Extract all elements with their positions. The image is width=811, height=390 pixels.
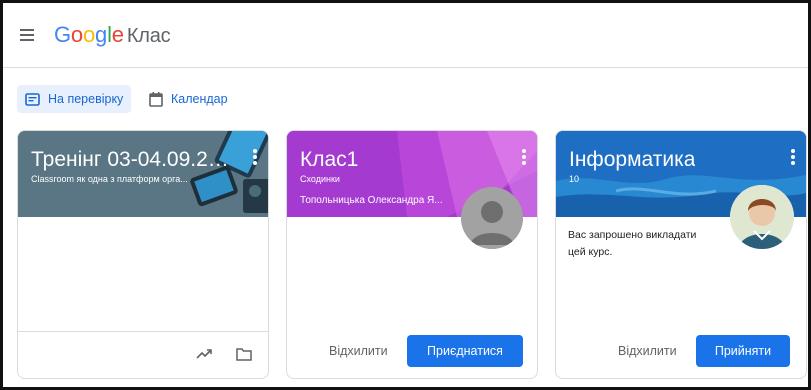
class-card-informatics[interactable]: Інформатика 10 Вас запрошено викладати ц…	[555, 130, 807, 379]
more-options-icon[interactable]	[252, 149, 258, 167]
decline-button[interactable]: Відхилити	[329, 336, 388, 366]
assignment-icon	[25, 92, 40, 106]
teacher-photo	[730, 185, 794, 249]
class-card-training[interactable]: Тренінг 03-04.09.20... Classroom як одна…	[17, 130, 269, 379]
to-review-button[interactable]: На перевірку	[17, 85, 132, 113]
teacher-name: Топольницька Олександра Я...	[300, 195, 443, 206]
card-divider	[18, 331, 268, 332]
calendar-label: Календар	[171, 92, 228, 106]
accept-button[interactable]: Прийняти	[696, 335, 790, 367]
class-title[interactable]: Тренінг 03-04.09.20...	[31, 148, 231, 172]
decline-button[interactable]: Відхилити	[618, 336, 677, 366]
calendar-button[interactable]: Календар	[149, 85, 228, 113]
top-app-bar: Google Клас	[3, 3, 808, 68]
card-banner[interactable]: Тренінг 03-04.09.20... Classroom як одна…	[18, 131, 268, 217]
class-title[interactable]: Інформатика	[569, 148, 695, 172]
class-section: 10	[569, 174, 580, 184]
more-options-icon[interactable]	[790, 149, 796, 167]
to-review-label: На перевірку	[48, 92, 124, 106]
teacher-avatar	[730, 185, 794, 249]
product-name: Клас	[126, 25, 171, 47]
menu-icon[interactable]	[20, 29, 34, 41]
teacher-avatar	[461, 187, 523, 249]
invitation-message: Вас запрошено викладати цей курс.	[568, 229, 697, 258]
class-title[interactable]: Клас1	[300, 148, 358, 172]
default-avatar-icon	[461, 187, 523, 249]
class-card-klas1[interactable]: Клас1 Сходинки Топольницька Олександра Я…	[286, 130, 538, 379]
class-section: Сходинки	[300, 174, 340, 184]
calendar-icon	[149, 91, 163, 107]
trending-icon[interactable]	[196, 348, 212, 360]
join-button[interactable]: Приєднатися	[407, 335, 523, 367]
class-section: Classroom як одна з платформ орга...	[31, 174, 188, 184]
app-logo[interactable]: Google Клас	[54, 22, 171, 48]
more-options-icon[interactable]	[521, 149, 527, 167]
app-window: Google Клас На перевірку Календар Тренін…	[0, 0, 811, 390]
folder-icon[interactable]	[236, 348, 252, 361]
